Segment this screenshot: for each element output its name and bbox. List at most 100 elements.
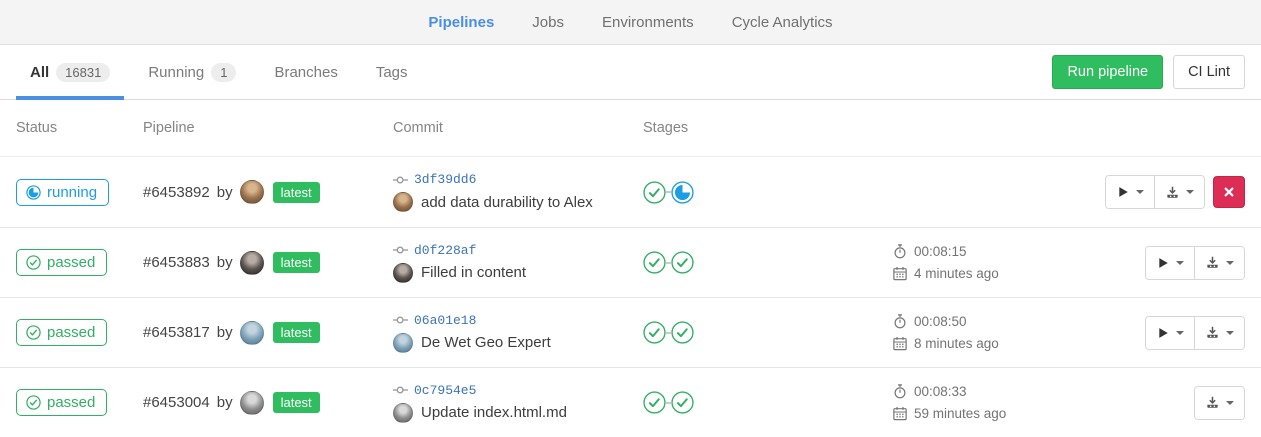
commit-sha-link[interactable]: 0c7954e5 <box>414 383 476 398</box>
passed-status-icon <box>26 395 41 410</box>
duration: 00:08:50 <box>914 314 967 329</box>
latest-badge: latest <box>273 252 320 273</box>
chevron-down-icon <box>1176 331 1184 339</box>
commit-icon <box>393 243 408 257</box>
top-nav: Pipelines Jobs Environments Cycle Analyt… <box>0 0 1261 45</box>
timer-icon <box>893 244 907 259</box>
pipeline-id-link[interactable]: #6453004 <box>143 394 210 411</box>
commit-sha-link[interactable]: d0f228af <box>414 243 476 258</box>
commit-author-avatar[interactable] <box>393 192 413 212</box>
tab-branches[interactable]: Branches <box>260 45 351 99</box>
pipeline-row: passed #6453883 by latest d0f228af Fille… <box>0 227 1261 297</box>
calendar-icon <box>893 406 907 421</box>
tab-running[interactable]: Running 1 <box>134 45 250 99</box>
play-icon <box>1156 326 1170 340</box>
status-badge[interactable]: running <box>16 179 109 206</box>
header-pipeline: Pipeline <box>143 120 393 136</box>
commit-sha-link[interactable]: 06a01e18 <box>414 313 476 328</box>
pipeline-id-link[interactable]: #6453883 <box>143 254 210 271</box>
user-avatar[interactable] <box>240 391 264 415</box>
by-label: by <box>217 184 233 201</box>
by-label: by <box>217 324 233 341</box>
toolbar-buttons: Run pipeline CI Lint <box>1052 55 1245 89</box>
stage-passed-icon[interactable] <box>671 251 694 274</box>
pipeline-row: passed #6453004 by latest 0c7954e5 Updat… <box>0 367 1261 437</box>
header-status: Status <box>16 120 143 136</box>
tab-all[interactable]: All 16831 <box>16 45 124 99</box>
passed-status-icon <box>26 325 41 340</box>
stage-passed-icon[interactable] <box>643 181 666 204</box>
manual-play-button[interactable] <box>1146 317 1194 349</box>
timer-icon <box>893 384 907 399</box>
nav-item-environments[interactable]: Environments <box>602 14 694 31</box>
calendar-icon <box>893 266 907 281</box>
user-avatar[interactable] <box>240 180 264 204</box>
nav-item-jobs[interactable]: Jobs <box>532 14 564 31</box>
chevron-down-icon <box>1136 190 1144 198</box>
commit-author-avatar[interactable] <box>393 263 413 283</box>
latest-badge: latest <box>273 322 320 343</box>
status-badge[interactable]: passed <box>16 319 107 346</box>
stage-passed-icon[interactable] <box>643 321 666 344</box>
commit-sha-link[interactable]: 3df39dd6 <box>414 172 476 187</box>
pipeline-row: running #6453892 by latest 3df39dd6 add … <box>0 157 1261 227</box>
download-artifacts-icon <box>1205 255 1220 270</box>
download-artifacts-icon <box>1165 185 1180 200</box>
download-artifacts-icon <box>1205 325 1220 340</box>
pipelines-toolbar: All 16831 Running 1 Branches Tags Run pi… <box>0 45 1261 100</box>
ci-lint-button[interactable]: CI Lint <box>1173 55 1245 89</box>
tab-tags[interactable]: Tags <box>362 45 422 99</box>
cancel-pipeline-button[interactable] <box>1213 176 1245 208</box>
latest-badge: latest <box>273 182 320 203</box>
stage-passed-icon[interactable] <box>643 251 666 274</box>
status-badge[interactable]: passed <box>16 249 107 276</box>
user-avatar[interactable] <box>240 251 264 275</box>
tab-all-label: All <box>30 64 49 81</box>
pipeline-id-link[interactable]: #6453817 <box>143 324 210 341</box>
manual-play-button[interactable] <box>1146 247 1194 279</box>
calendar-icon <box>893 336 907 351</box>
row-actions-group <box>1145 246 1245 280</box>
by-label: by <box>217 394 233 411</box>
stage-passed-icon[interactable] <box>643 391 666 414</box>
status-badge[interactable]: passed <box>16 389 107 416</box>
running-status-icon <box>26 185 41 200</box>
time-ago: 8 minutes ago <box>914 336 999 351</box>
download-artifacts-button[interactable] <box>1154 176 1204 208</box>
commit-message-link[interactable]: add data durability to Alex <box>421 194 593 211</box>
time-ago: 4 minutes ago <box>914 266 999 281</box>
header-commit: Commit <box>393 120 643 136</box>
status-label: running <box>47 184 97 201</box>
commit-message-link[interactable]: De Wet Geo Expert <box>421 334 551 351</box>
user-avatar[interactable] <box>240 321 264 345</box>
row-actions-group <box>1105 175 1205 209</box>
download-artifacts-button[interactable] <box>1195 387 1244 419</box>
tab-branches-label: Branches <box>274 64 337 81</box>
latest-badge: latest <box>273 392 320 413</box>
tab-running-count: 1 <box>211 63 236 82</box>
row-actions-group <box>1145 316 1245 350</box>
close-icon <box>1222 185 1236 199</box>
commit-author-avatar[interactable] <box>393 403 413 423</box>
commit-author-avatar[interactable] <box>393 333 413 353</box>
stage-passed-icon[interactable] <box>671 321 694 344</box>
chevron-down-icon <box>1226 401 1234 409</box>
commit-message-link[interactable]: Filled in content <box>421 264 526 281</box>
tab-tags-label: Tags <box>376 64 408 81</box>
run-pipeline-button[interactable]: Run pipeline <box>1052 55 1163 89</box>
download-artifacts-icon <box>1205 395 1220 410</box>
duration: 00:08:15 <box>914 244 967 259</box>
chevron-down-icon <box>1176 261 1184 269</box>
pipeline-id-link[interactable]: #6453892 <box>143 184 210 201</box>
status-label: passed <box>47 324 95 341</box>
header-stages: Stages <box>643 120 893 136</box>
download-artifacts-button[interactable] <box>1194 317 1244 349</box>
play-icon <box>1156 256 1170 270</box>
stage-passed-icon[interactable] <box>671 391 694 414</box>
download-artifacts-button[interactable] <box>1194 247 1244 279</box>
commit-message-link[interactable]: Update index.html.md <box>421 404 567 421</box>
nav-item-pipelines[interactable]: Pipelines <box>428 14 494 31</box>
nav-item-cycle-analytics[interactable]: Cycle Analytics <box>732 14 833 31</box>
stage-running-icon[interactable] <box>671 181 694 204</box>
manual-play-button[interactable] <box>1106 176 1154 208</box>
